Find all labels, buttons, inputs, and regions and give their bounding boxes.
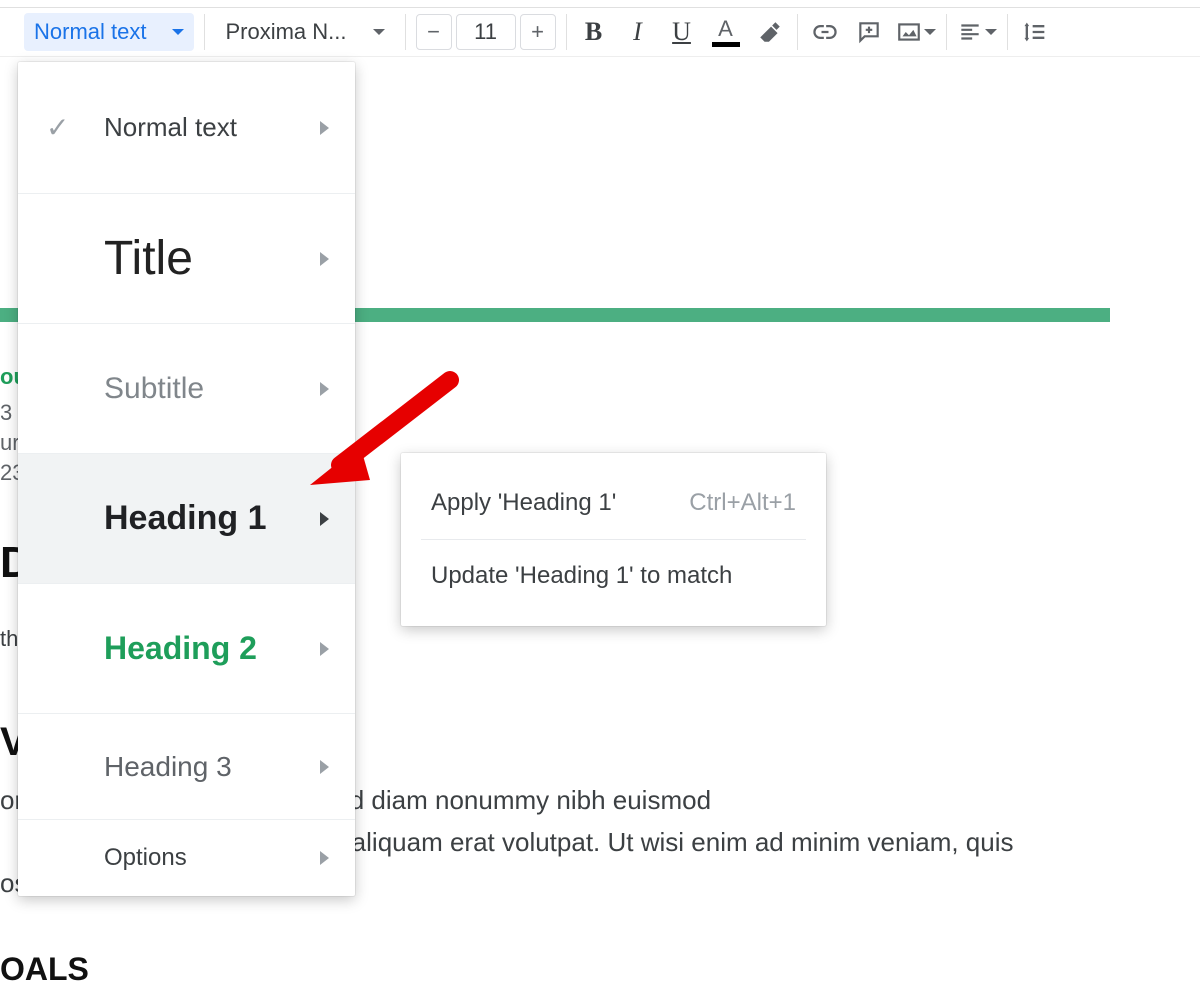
font-size-increase-button[interactable]: + [520, 14, 556, 50]
highlighter-icon [757, 19, 783, 45]
style-option-label: Normal text [104, 112, 320, 143]
submenu-label: Apply 'Heading 1' [431, 489, 616, 517]
style-option-label: Title [104, 231, 320, 286]
doc-text-fragment: th [0, 626, 18, 652]
text-color-swatch [712, 42, 740, 47]
submenu-label: Update 'Heading 1' to match [431, 562, 732, 590]
underline-button[interactable]: U [665, 15, 699, 49]
style-option-heading-1[interactable]: Heading 1 [18, 454, 355, 584]
style-option-subtitle[interactable]: Subtitle [18, 324, 355, 454]
image-icon [896, 19, 922, 45]
toolbar-separator [566, 14, 567, 50]
style-option-options[interactable]: Options [18, 820, 355, 896]
dropdown-triangle-icon [985, 29, 997, 35]
text-color-letter: A [718, 18, 733, 40]
toolbar-separator [204, 14, 205, 50]
paragraph-styles-menu: ✓ Normal text Title Subtitle Heading 1 H… [18, 62, 355, 896]
bold-button[interactable]: B [577, 15, 611, 49]
submenu-arrow-icon [320, 512, 329, 526]
style-option-normal-text[interactable]: ✓ Normal text [18, 62, 355, 194]
update-heading-1-to-match[interactable]: Update 'Heading 1' to match [401, 544, 826, 608]
submenu-arrow-icon [320, 252, 329, 266]
font-size-group: − 11 + [416, 14, 556, 50]
toolbar-separator [797, 14, 798, 50]
checkmark-icon: ✓ [46, 111, 69, 144]
comment-plus-icon [856, 19, 882, 45]
font-family-dropdown[interactable]: Proxima N... [215, 13, 394, 51]
line-spacing-button[interactable] [1018, 15, 1052, 49]
heading-1-submenu: Apply 'Heading 1' Ctrl+Alt+1 Update 'Hea… [401, 453, 826, 626]
dropdown-triangle-icon [373, 29, 385, 35]
keyboard-shortcut: Ctrl+Alt+1 [689, 489, 796, 517]
toolbar-separator [946, 14, 947, 50]
insert-image-button[interactable] [896, 19, 936, 45]
doc-text-fragment: 3 [0, 400, 12, 426]
submenu-separator [421, 539, 806, 540]
highlight-button[interactable] [753, 15, 787, 49]
doc-text-fragment: ur [0, 430, 20, 456]
style-option-label: Heading 1 [104, 499, 320, 538]
style-option-title[interactable]: Title [18, 194, 355, 324]
align-button[interactable] [957, 19, 997, 45]
text-color-button[interactable]: A [709, 15, 743, 49]
doc-heading-fragment: OALS [0, 951, 89, 988]
doc-body-line: a aliquam erat volutpat. Ut wisi enim ad… [330, 822, 1080, 864]
style-option-heading-3[interactable]: Heading 3 [18, 714, 355, 820]
font-family-label: Proxima N... [225, 19, 346, 45]
style-option-label: Heading 3 [104, 751, 320, 783]
toolbar-separator [1007, 14, 1008, 50]
submenu-arrow-icon [320, 851, 329, 865]
paragraph-style-dropdown[interactable]: Normal text [24, 13, 194, 51]
dropdown-triangle-icon [924, 29, 936, 35]
toolbar-separator [405, 14, 406, 50]
style-option-label: Heading 2 [104, 630, 320, 667]
font-size-decrease-button[interactable]: − [416, 14, 452, 50]
font-size-input[interactable]: 11 [456, 14, 516, 50]
style-option-label: Subtitle [104, 372, 320, 406]
toolbar: Normal text Proxima N... − 11 + B I U A [0, 7, 1200, 57]
submenu-arrow-icon [320, 121, 329, 135]
submenu-arrow-icon [320, 760, 329, 774]
apply-heading-1[interactable]: Apply 'Heading 1' Ctrl+Alt+1 [401, 471, 826, 535]
align-left-icon [957, 19, 983, 45]
submenu-arrow-icon [320, 642, 329, 656]
link-icon [811, 18, 839, 46]
insert-link-button[interactable] [808, 15, 842, 49]
paragraph-style-label: Normal text [34, 19, 146, 45]
italic-button[interactable]: I [621, 15, 655, 49]
add-comment-button[interactable] [852, 15, 886, 49]
dropdown-triangle-icon [172, 29, 184, 35]
submenu-arrow-icon [320, 382, 329, 396]
line-spacing-icon [1021, 18, 1049, 46]
style-option-heading-2[interactable]: Heading 2 [18, 584, 355, 714]
style-option-label: Options [104, 844, 320, 872]
